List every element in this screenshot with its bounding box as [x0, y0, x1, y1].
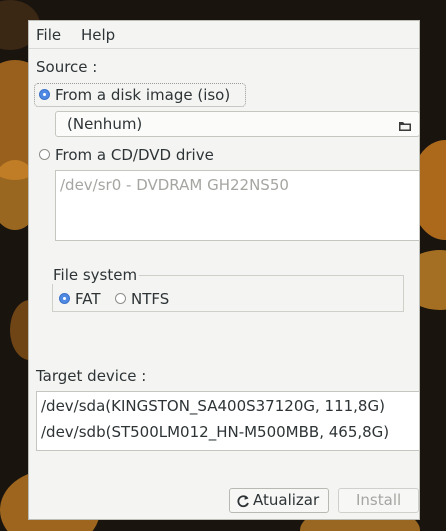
radio-fat[interactable]: FAT	[59, 290, 119, 309]
source-label: Source :	[36, 58, 98, 76]
radio-indicator	[39, 149, 50, 160]
target-device-list[interactable]: /dev/sda(KINGSTON_SA400S37120G, 111,8G) …	[36, 391, 420, 451]
radio-ntfs-label: NTFS	[131, 290, 170, 308]
iso-file-value: (Nenhum)	[67, 115, 143, 133]
radio-ntfs[interactable]: NTFS	[115, 290, 185, 309]
radio-disk-image[interactable]: From a disk image (iso)	[39, 86, 244, 105]
install-button-label: Install	[356, 491, 402, 509]
menu-file[interactable]: File	[36, 26, 61, 44]
filesystem-label: File system	[52, 266, 140, 284]
menu-bar: File Help	[29, 21, 419, 49]
refresh-button-label: Atualizar	[253, 491, 320, 509]
install-button[interactable]: Install	[338, 488, 419, 513]
app-window: File Help Source : From a disk image (is…	[28, 20, 420, 520]
list-item[interactable]: /dev/sr0 - DVDRAM GH22NS50	[60, 176, 289, 194]
folder-icon	[398, 118, 412, 136]
radio-fat-label: FAT	[75, 290, 101, 308]
radio-indicator	[115, 293, 126, 304]
radio-cd-drive-label: From a CD/DVD drive	[55, 146, 214, 164]
radio-indicator	[59, 293, 70, 304]
radio-disk-image-label: From a disk image (iso)	[55, 86, 231, 104]
list-item[interactable]: /dev/sdb(ST500LM012_HN-M500MBB, 465,8G)	[41, 423, 389, 441]
radio-cd-drive[interactable]: From a CD/DVD drive	[39, 146, 239, 164]
refresh-icon	[236, 494, 250, 512]
refresh-button[interactable]: Atualizar	[229, 488, 329, 513]
radio-indicator	[39, 89, 50, 100]
target-device-label: Target device :	[36, 367, 147, 385]
iso-file-chooser[interactable]: (Nenhum)	[55, 111, 420, 137]
menu-help[interactable]: Help	[81, 26, 115, 44]
list-item[interactable]: /dev/sda(KINGSTON_SA400S37120G, 111,8G)	[41, 397, 385, 415]
cd-drive-list[interactable]: /dev/sr0 - DVDRAM GH22NS50	[55, 170, 420, 241]
